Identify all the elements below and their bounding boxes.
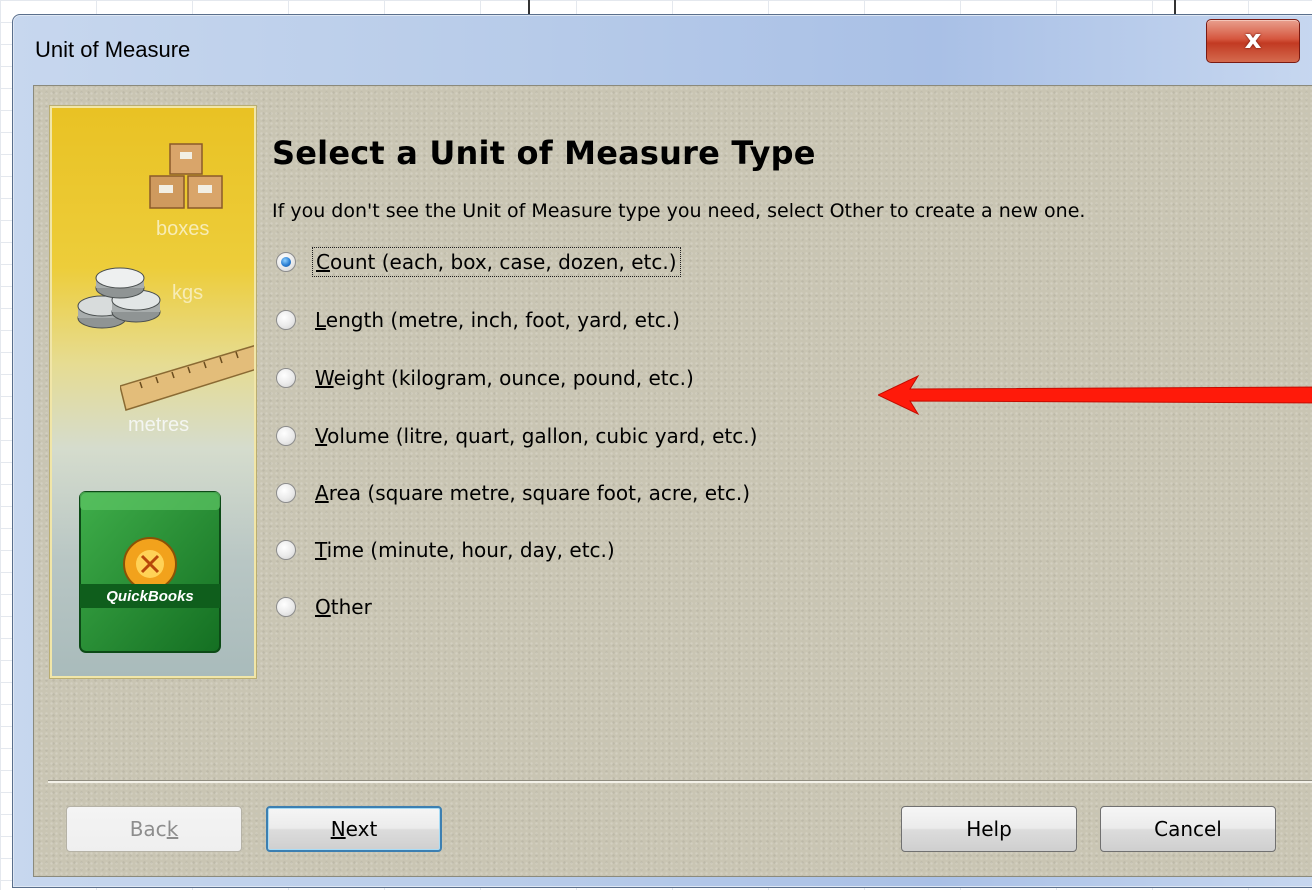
radio-other[interactable] (276, 597, 296, 617)
option-weight-label[interactable]: Weight (kilogram, ounce, pound, etc.) (312, 364, 697, 392)
radio-volume[interactable] (276, 426, 296, 446)
next-button[interactable]: Next (266, 806, 442, 852)
option-weight[interactable]: Weight (kilogram, ounce, pound, etc.) (276, 362, 697, 394)
kgs-label: kgs (172, 282, 204, 304)
option-area-label[interactable]: Area (square metre, square foot, acre, e… (312, 479, 753, 507)
radio-length[interactable] (276, 310, 296, 330)
option-time[interactable]: Time (minute, hour, day, etc.) (276, 534, 618, 566)
back-button[interactable]: Back (66, 806, 242, 852)
instructions-text: If you don't see the Unit of Measure typ… (272, 200, 1086, 222)
close-icon: x (1244, 25, 1262, 55)
option-volume[interactable]: Volume (litre, quart, gallon, cubic yard… (276, 420, 760, 452)
dialog-body: boxes kgs metres QuickBooks Select a Uni… (33, 85, 1312, 877)
window-title: Unit of Measure (35, 37, 191, 62)
quickbooks-box-icon: QuickBooks (79, 491, 221, 653)
option-other[interactable]: Other (276, 591, 375, 623)
ruler-icon (120, 345, 254, 411)
option-count-label[interactable]: Count (each, box, case, dozen, etc.) (312, 247, 681, 277)
option-area[interactable]: Area (square metre, square foot, acre, e… (276, 477, 753, 509)
radio-weight[interactable] (276, 368, 296, 388)
footer-separator (48, 780, 1312, 783)
option-volume-label[interactable]: Volume (litre, quart, gallon, cubic yard… (312, 422, 760, 450)
unit-of-measure-dialog: Unit of Measure x boxes kgs metres Quick… (12, 14, 1312, 888)
boxes-label: boxes (156, 218, 210, 240)
illustration-panel: boxes kgs metres QuickBooks (50, 106, 256, 678)
metres-label: metres (128, 414, 190, 436)
coins-icon (77, 267, 161, 329)
close-button[interactable]: x (1206, 19, 1300, 63)
option-length[interactable]: Length (metre, inch, foot, yard, etc.) (276, 304, 683, 336)
title-bar[interactable]: Unit of Measure x (13, 15, 1312, 83)
option-other-label[interactable]: Other (312, 593, 375, 621)
help-button[interactable]: Help (901, 806, 1077, 852)
option-length-label[interactable]: Length (metre, inch, foot, yard, etc.) (312, 306, 683, 334)
radio-time[interactable] (276, 540, 296, 560)
page-title: Select a Unit of Measure Type (272, 134, 816, 172)
radio-area[interactable] (276, 483, 296, 503)
option-time-label[interactable]: Time (minute, hour, day, etc.) (312, 536, 618, 564)
red-arrow-icon (878, 374, 1312, 416)
cancel-button[interactable]: Cancel (1100, 806, 1276, 852)
radio-count[interactable] (276, 252, 296, 272)
boxes-icon (149, 143, 223, 209)
product-name-label: QuickBooks (106, 588, 194, 605)
option-count[interactable]: Count (each, box, case, dozen, etc.) (276, 246, 681, 278)
